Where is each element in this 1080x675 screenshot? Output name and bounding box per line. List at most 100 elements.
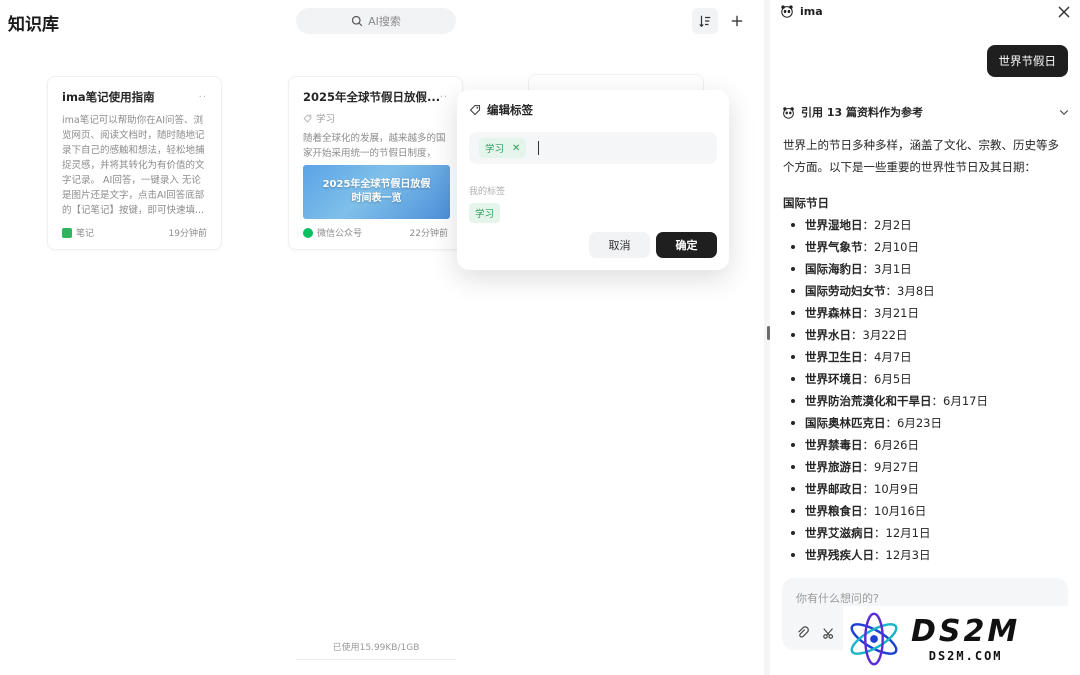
tag-icon <box>303 114 312 122</box>
card-source-label: 笔记 <box>76 229 95 239</box>
holiday-item: 世界旅游日 ：9月27日 <box>791 456 1070 478</box>
holiday-name: 世界森林日 <box>805 306 863 320</box>
holiday-date: ：6月26日 <box>862 438 919 452</box>
holiday-date: ：4月7日 <box>862 350 912 364</box>
atom-logo-icon <box>850 612 898 666</box>
holiday-item: 世界艾滋病日 ：12月1日 <box>791 522 1070 544</box>
text-caret <box>538 141 540 155</box>
watermark: DS2M DS2M.COM <box>843 606 1075 672</box>
chat-input-placeholder: 你有什么想问的? <box>796 592 879 605</box>
holiday-date: ：9月27日 <box>862 460 919 474</box>
holiday-name: 国际海豹日 <box>805 262 863 276</box>
holiday-name: 世界禁毒日 <box>805 438 863 452</box>
wechat-icon <box>303 227 313 238</box>
sort-icon <box>699 15 711 28</box>
holiday-date: ：3月22日 <box>851 328 908 342</box>
references-toggle[interactable]: 引用 13 篇资料作为参考 <box>782 104 1070 120</box>
holiday-name: 世界旅游日 <box>805 460 863 474</box>
card-time: 22分钟前 <box>409 229 448 239</box>
attachment-icon[interactable] <box>796 626 810 640</box>
note-card[interactable]: ima笔记使用指南 ·· ima笔记可以帮助你在AI问答、浏览网页、阅读文档时，… <box>47 76 222 250</box>
ai-search-button[interactable]: AI搜索 <box>296 8 456 34</box>
holiday-item: 世界气象节 ：2月10日 <box>791 236 1070 258</box>
divider <box>296 659 456 660</box>
my-tag-option[interactable]: 学习 <box>469 203 501 223</box>
card-tag: 学习 <box>303 111 448 125</box>
holiday-date: ：2月2日 <box>862 218 912 232</box>
close-icon[interactable] <box>1056 4 1072 20</box>
note-icon <box>62 227 72 238</box>
holiday-name: 世界邮政日 <box>805 482 863 496</box>
holiday-date: ：12月3日 <box>874 548 931 562</box>
more-icon[interactable]: ·· <box>440 92 448 103</box>
holiday-date: ：3月21日 <box>862 306 919 320</box>
holiday-list: 世界湿地日 ：2月2日 世界气象节 ：2月10日 国际海豹日 ：3月1日 国际劳动妇女节 ：3… <box>791 214 1070 566</box>
section-title: 国际节日 <box>783 196 829 210</box>
app-name: ima <box>800 4 823 18</box>
holiday-item: 世界水日 ：3月22日 <box>791 324 1070 346</box>
holiday-name: 世界气象节 <box>805 240 863 254</box>
assistant-answer: 世界上的节日多种多样，涵盖了文化、宗教、历史等多个方面。以下是一些重要的世界性节… <box>783 134 1070 566</box>
holiday-date: ：12月1日 <box>874 526 931 540</box>
remove-tag-icon[interactable]: ✕ <box>512 143 520 154</box>
card-title: ima笔记使用指南 <box>62 90 155 104</box>
cancel-button[interactable]: 取消 <box>589 232 650 258</box>
holiday-date: ：6月17日 <box>931 394 988 408</box>
article-card[interactable]: 2025年全球节假日放假... ·· 学习 随着全球化的发展，越来越多的国家开始… <box>288 76 463 250</box>
sort-button[interactable] <box>692 8 718 34</box>
holiday-date: ：10月16日 <box>862 504 927 518</box>
holiday-name: 世界水日 <box>805 328 851 342</box>
holiday-item: 世界邮政日 ：10月9日 <box>791 478 1070 500</box>
holiday-item: 世界环境日 ：6月5日 <box>791 368 1070 390</box>
card-source: 笔记 <box>62 226 94 239</box>
panda-logo-icon <box>783 106 794 119</box>
holiday-item: 世界森林日 ：3月21日 <box>791 302 1070 324</box>
card-body: ima笔记可以帮助你在AI问答、浏览网页、阅读文档时，随时随地记录下自己的感触和… <box>62 115 205 216</box>
page-title: 知识库 <box>8 15 59 35</box>
holiday-name: 国际奥林匹克日 <box>805 416 886 430</box>
holiday-name: 国际劳动妇女节 <box>805 284 886 298</box>
holiday-name: 世界湿地日 <box>805 218 863 232</box>
answer-intro: 世界上的节日多种多样，涵盖了文化、宗教、历史等多个方面。以下是一些重要的世界性节… <box>783 138 1059 174</box>
search-label: AI搜索 <box>368 15 401 28</box>
holiday-name: 世界残疾人日 <box>805 548 874 562</box>
add-button[interactable] <box>724 8 750 34</box>
holiday-date: ：3月8日 <box>885 284 935 298</box>
references-label: 引用 13 篇资料作为参考 <box>801 106 923 119</box>
selected-tag-chip: 学习 ✕ <box>479 138 527 158</box>
tag-input-field[interactable]: 学习 ✕ <box>469 132 717 164</box>
storage-usage: 已使用15.99KB/1GB <box>332 643 420 653</box>
card-banner-image: 2025年全球节假日放假时间表一览 <box>303 165 450 219</box>
chat-panel: ima 世界节假日 引用 13 篇资料作为参考 世界上的节日多种多样，涵盖了文化… <box>770 0 1080 675</box>
holiday-date: ：6月23日 <box>885 416 942 430</box>
watermark-text: DS2M <box>911 614 1021 649</box>
card-time: 19分钟前 <box>168 229 207 239</box>
holiday-item: 世界粮食日 ：10月16日 <box>791 500 1070 522</box>
card-title: 2025年全球节假日放假... <box>303 90 440 104</box>
holiday-date: ：10月9日 <box>862 482 919 496</box>
card-source: 微信公众号 <box>303 226 362 239</box>
watermark-url: DS2M.COM <box>928 649 1003 663</box>
holiday-name: 世界艾滋病日 <box>805 526 874 540</box>
search-icon <box>352 15 363 27</box>
holiday-name: 世界卫生日 <box>805 350 863 364</box>
plus-icon <box>731 15 743 27</box>
holiday-item: 世界防治荒漠化和干旱日 ：6月17日 <box>791 390 1070 412</box>
panda-logo-icon <box>781 5 793 18</box>
holiday-name: 世界环境日 <box>805 372 863 386</box>
holiday-item: 世界禁毒日 ：6月26日 <box>791 434 1070 456</box>
card-tag-label: 学习 <box>316 114 336 125</box>
more-icon[interactable]: ·· <box>199 92 207 103</box>
confirm-button[interactable]: 确定 <box>656 232 717 258</box>
holiday-item: 国际海豹日 ：3月1日 <box>791 258 1070 280</box>
holiday-name: 世界粮食日 <box>805 504 863 518</box>
holiday-date: ：6月5日 <box>862 372 912 386</box>
holiday-date: ：2月10日 <box>862 240 919 254</box>
scissors-icon[interactable] <box>822 626 836 640</box>
holiday-item: 国际劳动妇女节 ：3月8日 <box>791 280 1070 302</box>
holiday-date: ：3月1日 <box>862 262 912 276</box>
holiday-item: 世界卫生日 ：4月7日 <box>791 346 1070 368</box>
dialog-title: 编辑标签 <box>487 103 533 117</box>
chevron-down-icon <box>1059 110 1069 116</box>
selected-tag-label: 学习 <box>485 144 505 155</box>
